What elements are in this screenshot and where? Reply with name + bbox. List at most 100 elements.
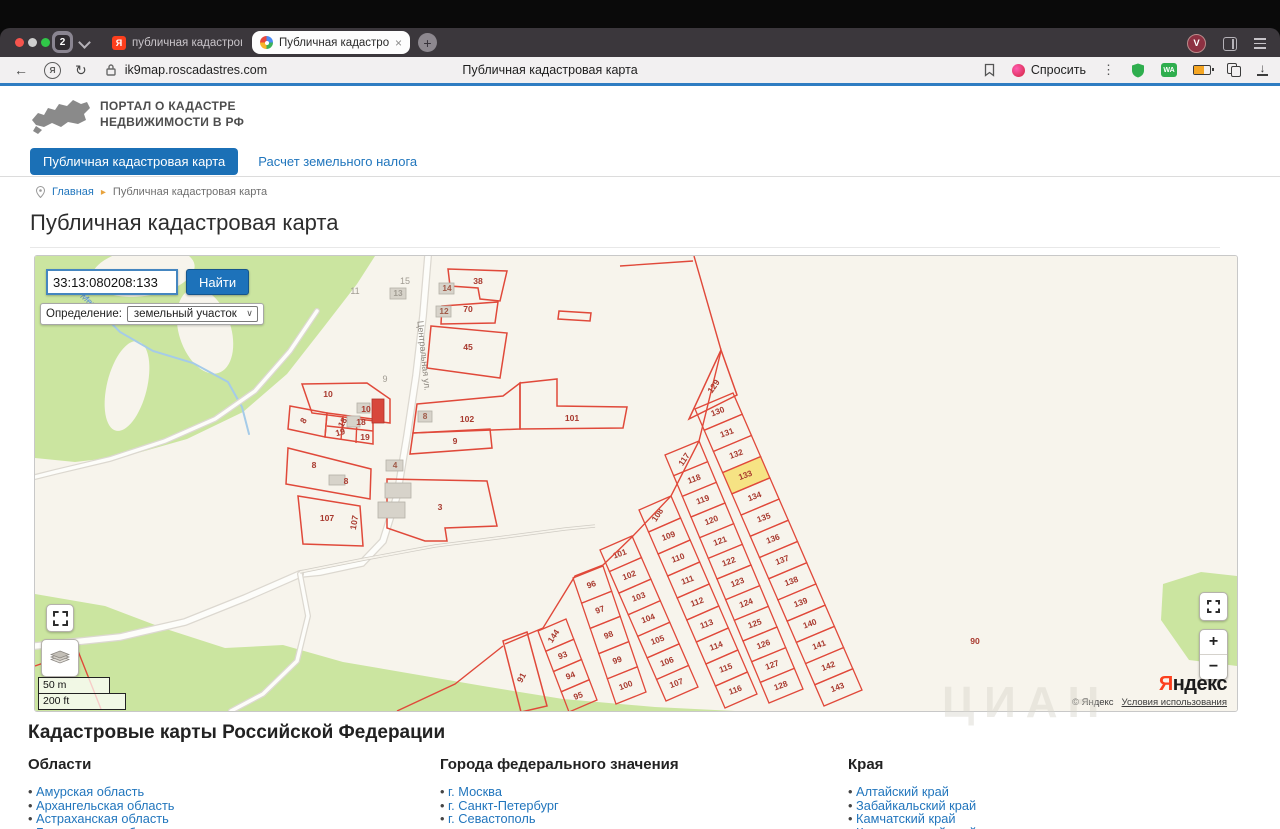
cadastral-number-input[interactable] [46, 269, 178, 295]
address-bar: ← Я ↻ ik9map.roscadastres.com Публичная … [0, 57, 1280, 83]
region-link[interactable]: г. Севастополь [448, 811, 535, 826]
browser-tab-active[interactable]: Публичная кадастрова × [252, 31, 410, 54]
parcel-label: 102 [460, 414, 475, 424]
menu-icon[interactable] [1254, 38, 1266, 48]
definition-control: Определение: земельный участок ∨ [40, 303, 264, 325]
scale-feet: 200 ft [38, 693, 126, 710]
breadcrumb-separator: ▸ [101, 187, 106, 198]
nav-tab-public-map[interactable]: Публичная кадастровая карта [30, 148, 238, 175]
watermark: ЦИАН [942, 678, 1109, 728]
yandex-favicon-icon: Я [112, 36, 126, 50]
definition-value: земельный участок [134, 308, 237, 320]
close-tab-icon[interactable]: × [395, 36, 402, 50]
footer-column-title: Области [28, 756, 174, 773]
footer-column-title: Края [848, 756, 977, 773]
tab-counter[interactable]: 2 [52, 31, 73, 53]
parcel-label: 10 [323, 389, 333, 399]
select-chevron-icon: ∨ [246, 308, 253, 319]
parcel-label: 38 [473, 276, 483, 286]
house-number-label: 9 [382, 374, 387, 384]
browser-tab-inactive[interactable]: Я публичная кадастровая к [112, 33, 242, 53]
close-window-button[interactable] [15, 38, 24, 47]
building [385, 483, 411, 498]
site-favicon-icon [260, 36, 273, 49]
yandex-profile-icon[interactable]: Я [44, 62, 61, 79]
measure-icon [53, 611, 68, 626]
building [378, 502, 405, 518]
parcel-label: 8 [344, 476, 349, 486]
battery-icon[interactable] [1193, 65, 1211, 75]
fullscreen-button[interactable] [1199, 592, 1228, 621]
breadcrumb-home-link[interactable]: Главная [52, 186, 94, 198]
find-button[interactable]: Найти [186, 269, 249, 295]
footer-column: КраяАлтайский крайЗабайкальский крайКамч… [848, 756, 977, 829]
breadcrumb: Главная ▸ Публичная кадастровая карта [36, 186, 267, 198]
collections-icon[interactable] [1227, 63, 1241, 77]
title-divider [30, 247, 1220, 248]
region-link[interactable]: Краснодарский край [856, 825, 977, 829]
parcel-label: 18 [356, 417, 366, 427]
region-link[interactable]: Белгородская область [36, 825, 169, 829]
window-controls [15, 38, 50, 47]
house-number-label: 11 [350, 286, 359, 296]
tab-counter-value: 2 [55, 35, 70, 50]
breadcrumb-current: Публичная кадастровая карта [113, 186, 267, 198]
list-item: Амурская область [28, 785, 174, 799]
page-title: Публичная кадастровая карта [30, 210, 339, 236]
minimize-window-button[interactable] [28, 38, 37, 47]
layers-button[interactable] [41, 639, 79, 677]
layers-icon [50, 650, 70, 666]
building-label: 4 [393, 460, 398, 470]
reload-icon[interactable]: ↻ [75, 62, 87, 79]
tab-title: публичная кадастровая к [132, 37, 242, 49]
side-panel-icon[interactable] [1223, 37, 1237, 51]
zoom-in-button[interactable]: + [1200, 630, 1227, 655]
list-item: г. Санкт-Петербург [440, 799, 679, 813]
terms-link[interactable]: Условия использования [1122, 697, 1227, 708]
cadastral-map: 1301311321331341351361371381391401411421… [34, 255, 1238, 712]
ask-button[interactable]: Спросить [1012, 63, 1086, 77]
building [329, 475, 345, 485]
nav-link-land-tax[interactable]: Расчет земельного налога [258, 154, 417, 169]
whatsapp-extension-icon[interactable]: WA [1161, 63, 1177, 77]
bookmark-icon[interactable] [983, 63, 996, 77]
scale-meters: 50 m [38, 677, 110, 693]
list-item: Забайкальский край [848, 799, 977, 813]
omnibox-page-title: Публичная кадастровая карта [420, 63, 680, 77]
list-item: г. Севастополь [440, 812, 679, 826]
back-icon[interactable]: ← [14, 62, 28, 78]
parcel-label: 90 [970, 636, 980, 646]
building-label: 13 [393, 288, 403, 298]
building-selected[interactable] [372, 399, 384, 423]
footer-heading: Кадастровые карты Российской Федерации [28, 722, 445, 744]
scale-bar: 50 m 200 ft [38, 677, 126, 710]
v-extension-icon[interactable]: V [1187, 34, 1206, 53]
region-link-list: г. Москваг. Санкт-Петербургг. Севастопол… [440, 785, 679, 826]
portal-logo-russia-icon [30, 96, 92, 136]
footer-column: ОбластиАмурская областьАрхангельская обл… [28, 756, 174, 829]
list-item: Астраханская область [28, 812, 174, 826]
chevron-down-icon[interactable] [78, 36, 91, 49]
footer-column: Города федерального значенияг. Москваг. … [440, 756, 679, 826]
house-number-label: 15 [400, 276, 410, 286]
more-options-icon[interactable]: ⋮ [1102, 62, 1115, 78]
url-text[interactable]: ik9map.roscadastres.com [125, 63, 267, 77]
building-label: 12 [439, 306, 449, 316]
parcel-label: 10 [361, 404, 371, 414]
downloads-icon[interactable]: ↓ [1257, 64, 1268, 76]
portal-logo-text: ПОРТАЛ О КАДАСТРЕ НЕДВИЖИМОСТИ В РФ [100, 98, 244, 130]
tab-title: Публичная кадастрова [279, 37, 389, 49]
parcel-label: 19 [360, 432, 370, 442]
yandex-logo[interactable]: Яндекс [1159, 673, 1227, 696]
definition-select[interactable]: земельный участок ∨ [127, 306, 258, 322]
nav-divider [0, 176, 1280, 177]
parcel-label: 70 [463, 304, 473, 314]
measure-area-button[interactable] [46, 604, 74, 632]
site-nav: Публичная кадастровая карта Расчет земел… [30, 148, 417, 175]
zoom-window-button[interactable] [41, 38, 50, 47]
lock-icon [105, 63, 117, 77]
new-tab-button[interactable]: + [418, 33, 437, 52]
protect-shield-icon[interactable] [1131, 63, 1145, 78]
building-label: 8 [423, 411, 428, 421]
ask-button-label: Спросить [1031, 63, 1086, 77]
